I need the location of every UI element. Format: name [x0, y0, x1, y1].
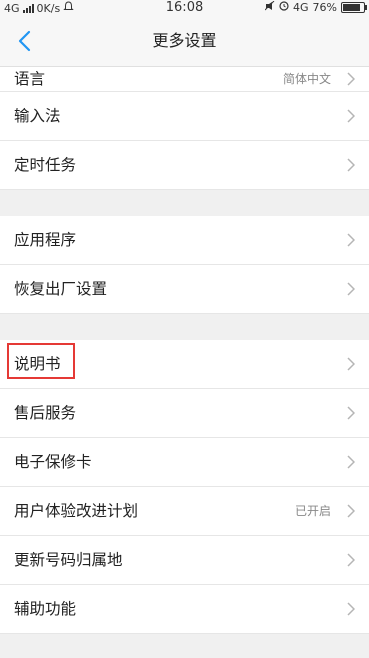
setting-number-location[interactable]: 更新号码归属地	[0, 536, 369, 585]
setting-label: 电子保修卡	[14, 453, 92, 471]
setting-manual[interactable]: 说明书	[0, 340, 369, 389]
settings-list: 语言 简体中文 输入法 定时任务 应用程序 恢复出厂设置 说明书 售后服务 电子…	[0, 67, 369, 634]
network-type-right: 4G	[293, 1, 309, 14]
setting-language[interactable]: 语言 简体中文	[0, 67, 369, 92]
battery-percent: 76%	[312, 1, 337, 14]
setting-label: 恢复出厂设置	[14, 280, 108, 298]
setting-label: 用户体验改进计划	[14, 502, 139, 520]
chevron-right-icon	[345, 536, 357, 584]
setting-label: 说明书	[14, 355, 61, 373]
setting-after-sales[interactable]: 售后服务	[0, 389, 369, 438]
chevron-right-icon	[345, 92, 357, 140]
status-bar: 4G 0K/s 16:08 4G 76%	[0, 0, 369, 16]
group-divider	[0, 314, 369, 340]
setting-scheduled-tasks[interactable]: 定时任务	[0, 141, 369, 190]
setting-accessibility[interactable]: 辅助功能	[0, 585, 369, 634]
alarm-icon	[279, 1, 289, 14]
setting-label: 输入法	[14, 107, 61, 125]
setting-label: 定时任务	[14, 156, 77, 174]
battery-icon	[341, 2, 367, 13]
setting-applications[interactable]: 应用程序	[0, 216, 369, 265]
chevron-right-icon	[345, 340, 357, 388]
setting-e-warranty[interactable]: 电子保修卡	[0, 438, 369, 487]
setting-value: 已开启	[294, 504, 331, 518]
setting-label: 辅助功能	[14, 600, 77, 618]
chevron-right-icon	[345, 265, 357, 313]
setting-label: 更新号码归属地	[14, 551, 123, 569]
setting-factory-reset[interactable]: 恢复出厂设置	[0, 265, 369, 314]
chevron-right-icon	[345, 585, 357, 633]
setting-label: 售后服务	[14, 404, 77, 422]
back-chevron-icon	[18, 30, 31, 52]
chevron-right-icon	[345, 438, 357, 486]
chevron-right-icon	[345, 141, 357, 189]
chevron-right-icon	[345, 487, 357, 535]
status-right: 4G 76%	[264, 0, 367, 14]
chevron-right-icon	[345, 389, 357, 437]
setting-label: 应用程序	[14, 231, 77, 249]
mute-icon	[264, 0, 275, 14]
chevron-right-icon	[345, 216, 357, 264]
setting-ux-program[interactable]: 用户体验改进计划 已开启	[0, 487, 369, 536]
back-button[interactable]	[10, 26, 38, 56]
setting-input-method[interactable]: 输入法	[0, 92, 369, 141]
group-divider	[0, 190, 369, 216]
